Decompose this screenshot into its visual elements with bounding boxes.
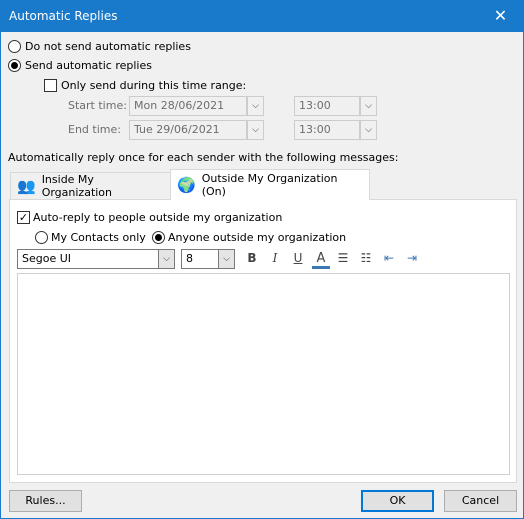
end-date-value: Tue 29/06/2021 xyxy=(134,123,220,136)
cancel-button[interactable]: Cancel xyxy=(444,490,517,512)
numbering-icon[interactable]: ☷ xyxy=(357,251,375,267)
contacts-only-radio[interactable] xyxy=(35,231,48,244)
instruction-text: Automatically reply once for each sender… xyxy=(8,151,399,164)
chevron-down-icon[interactable]: ⌵ xyxy=(247,120,264,140)
start-date-value: Mon 28/06/2021 xyxy=(134,99,225,112)
start-date-combo[interactable]: Mon 28/06/2021 ⌵ xyxy=(129,96,264,116)
globe-icon: 🌍 xyxy=(177,176,196,194)
automatic-replies-dialog: Automatic Replies ✕ Do not send automati… xyxy=(0,0,524,519)
end-time-combo[interactable]: 13:00 ⌵ xyxy=(294,120,377,140)
do-not-send-label[interactable]: Do not send automatic replies xyxy=(25,40,191,53)
chevron-down-icon[interactable]: ⌵ xyxy=(247,96,264,116)
anyone-radio[interactable] xyxy=(152,231,165,244)
time-range-label[interactable]: Only send during this time range: xyxy=(61,79,246,92)
auto-reply-checkbox[interactable]: ✓ xyxy=(17,211,30,224)
time-range-checkbox[interactable] xyxy=(44,79,57,92)
send-label[interactable]: Send automatic replies xyxy=(25,59,152,72)
italic-button[interactable]: I xyxy=(266,251,284,267)
title-bar: Automatic Replies ✕ xyxy=(1,1,523,32)
people-icon: 👥 xyxy=(17,177,36,195)
tab-label: Outside My Organization (On) xyxy=(201,172,338,198)
font-size-value: 8 xyxy=(186,252,193,265)
font-combo[interactable]: Segoe UI ⌵ xyxy=(17,249,175,269)
start-time-label: Start time: xyxy=(68,99,127,112)
tab-inside-organization[interactable]: 👥 Inside My Organization xyxy=(10,172,171,199)
do-not-send-radio[interactable] xyxy=(8,40,21,53)
underline-button[interactable]: U xyxy=(289,251,307,267)
auto-reply-label[interactable]: Auto-reply to people outside my organiza… xyxy=(33,211,282,224)
increase-indent-icon[interactable]: ⇥ xyxy=(403,251,421,267)
close-button[interactable]: ✕ xyxy=(478,1,523,32)
window-title: Automatic Replies xyxy=(9,9,118,23)
chevron-down-icon[interactable]: ⌵ xyxy=(158,249,175,269)
anyone-label[interactable]: Anyone outside my organization xyxy=(168,231,346,244)
contacts-only-label[interactable]: My Contacts only xyxy=(51,231,146,244)
end-date-combo[interactable]: Tue 29/06/2021 ⌵ xyxy=(129,120,264,140)
chevron-down-icon[interactable]: ⌵ xyxy=(218,249,235,269)
start-time-combo[interactable]: 13:00 ⌵ xyxy=(294,96,377,116)
ok-button[interactable]: OK xyxy=(361,490,434,512)
decrease-indent-icon[interactable]: ⇤ xyxy=(380,251,398,267)
bold-button[interactable]: B xyxy=(243,251,261,267)
tab-outside-organization[interactable]: 🌍 Outside My Organization (On) xyxy=(170,169,370,200)
chevron-down-icon[interactable]: ⌵ xyxy=(360,96,377,116)
font-value: Segoe UI xyxy=(22,252,72,265)
end-time-label: End time: xyxy=(68,123,121,136)
rules-button[interactable]: Rules... xyxy=(9,490,82,512)
send-radio[interactable] xyxy=(8,59,21,72)
chevron-down-icon[interactable]: ⌵ xyxy=(360,120,377,140)
font-size-combo[interactable]: 8 ⌵ xyxy=(181,249,235,269)
tab-label: Inside My Organization xyxy=(41,173,113,199)
message-textarea[interactable] xyxy=(17,273,510,475)
start-time-value: 13:00 xyxy=(299,99,331,112)
bullets-icon[interactable]: ☰ xyxy=(334,251,352,267)
font-color-button[interactable]: A xyxy=(312,251,330,269)
end-time-value: 13:00 xyxy=(299,123,331,136)
